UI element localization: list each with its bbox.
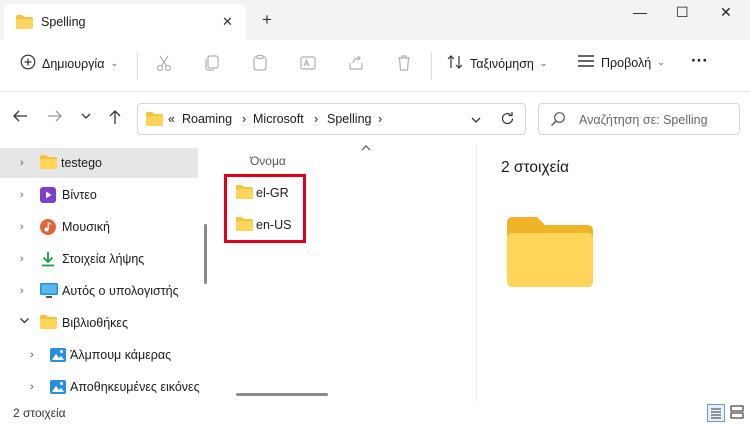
- status-bar: 2 στοιχεία: [0, 401, 750, 424]
- computer-icon: [40, 283, 58, 302]
- view-icon: [577, 54, 595, 71]
- title-bar: Spelling ✕ + — ☐ ✕: [0, 0, 750, 40]
- nav-item-downloads[interactable]: › Στοιχεία λήψης: [0, 244, 198, 274]
- nav-scrollbar[interactable]: [204, 224, 207, 284]
- forward-arrow-icon[interactable]: [47, 109, 63, 127]
- up-arrow-icon[interactable]: [108, 109, 122, 129]
- new-tab-button[interactable]: +: [262, 10, 272, 30]
- close-window-button[interactable]: ✕: [720, 4, 732, 21]
- sort-button-label: Ταξινόμηση: [470, 56, 534, 71]
- sort-button[interactable]: Ταξινόμηση ⌄: [446, 54, 547, 73]
- video-icon: [40, 187, 56, 206]
- folder-icon: [146, 112, 163, 129]
- chevron-right-icon[interactable]: ›: [20, 157, 24, 169]
- toolbar-divider: [137, 52, 138, 80]
- maximize-button[interactable]: ☐: [676, 4, 689, 21]
- nav-item-libraries[interactable]: Βιβλιοθήκες: [0, 308, 198, 338]
- breadcrumb-microsoft[interactable]: Microsoft: [253, 112, 304, 126]
- picture-icon: [50, 347, 66, 366]
- minimize-button[interactable]: —: [633, 4, 647, 20]
- folder-icon: [40, 155, 57, 172]
- more-icon[interactable]: ···: [691, 51, 708, 71]
- breadcrumb-separator[interactable]: ›: [242, 112, 246, 126]
- download-icon: [40, 251, 56, 270]
- tiles-view-icon[interactable]: [729, 404, 747, 422]
- copy-icon[interactable]: [203, 54, 221, 72]
- nav-item-videos[interactable]: › Βίντεο: [0, 180, 198, 210]
- search-placeholder: Αναζήτηση σε: Spelling: [579, 113, 708, 127]
- share-icon[interactable]: [347, 54, 365, 72]
- chevron-right-icon[interactable]: ›: [20, 189, 24, 201]
- new-button-label: Δημιουργία: [42, 56, 105, 71]
- nav-label: testego: [61, 156, 103, 170]
- nav-label: Μουσική: [62, 220, 110, 234]
- nav-item-this-pc[interactable]: › Αυτός ο υπολογιστής: [0, 276, 198, 306]
- picture-icon: [50, 379, 66, 398]
- toolbar-divider: [431, 52, 432, 80]
- nav-item-music[interactable]: › Μουσική: [0, 212, 198, 242]
- delete-icon[interactable]: [395, 54, 413, 72]
- column-header-name[interactable]: Όνομα: [250, 154, 286, 168]
- address-history-icon[interactable]: [470, 114, 482, 128]
- status-item-count: 2 στοιχεία: [13, 406, 66, 420]
- nav-item-camera-roll[interactable]: › Άλμπουμ κάμερας: [0, 340, 198, 370]
- details-item-count: 2 στοιχεία: [501, 159, 569, 176]
- search-icon: [550, 111, 566, 130]
- view-button[interactable]: Προβολή ⌄: [577, 54, 665, 71]
- navigation-pane: › testego › Βίντεο › Μουσική › Στοιχεία …: [0, 144, 200, 401]
- details-pane: 2 στοιχεία: [476, 144, 750, 401]
- tab-spelling[interactable]: Spelling ✕: [4, 4, 246, 40]
- recent-locations-icon[interactable]: [80, 109, 92, 127]
- refresh-icon[interactable]: [500, 111, 515, 129]
- nav-item-testego[interactable]: › testego: [0, 148, 198, 178]
- folder-icon: [16, 15, 33, 32]
- chevron-down-icon[interactable]: [19, 315, 30, 329]
- chevron-down-icon: ⌄: [110, 58, 118, 68]
- overflow-chevron-icon[interactable]: «: [168, 112, 175, 126]
- address-bar[interactable]: « Roaming › Microsoft › Spelling ›: [137, 103, 526, 135]
- breadcrumb-separator[interactable]: ›: [314, 112, 318, 126]
- nav-label: Στοιχεία λήψης: [62, 252, 145, 266]
- horizontal-scrollbar[interactable]: [236, 393, 328, 396]
- nav-label: Αυτός ο υπολογιστής: [62, 284, 179, 298]
- chevron-right-icon[interactable]: ›: [20, 285, 24, 297]
- chevron-down-icon: ⌄: [539, 58, 548, 68]
- chevron-right-icon[interactable]: ›: [20, 221, 24, 233]
- breadcrumb-roaming[interactable]: Roaming: [182, 112, 232, 126]
- paste-icon[interactable]: [251, 54, 269, 72]
- nav-label: Άλμπουμ κάμερας: [70, 348, 172, 362]
- music-icon: [40, 219, 56, 238]
- annotation-highlight-box: [224, 174, 306, 243]
- chevron-right-icon[interactable]: ›: [30, 381, 34, 393]
- nav-item-saved-pictures[interactable]: › Αποθηκευμένες εικόνες: [0, 372, 200, 402]
- new-button[interactable]: Δημιουργία ⌄: [20, 54, 118, 73]
- plus-circle-icon: [20, 54, 36, 73]
- nav-label: Βιβλιοθήκες: [62, 316, 129, 330]
- details-view-icon[interactable]: [707, 404, 725, 422]
- nav-label: Αποθηκευμένες εικόνες: [70, 380, 200, 394]
- rename-icon[interactable]: [299, 54, 317, 72]
- view-button-label: Προβολή: [601, 55, 652, 70]
- large-folder-icon: [507, 217, 593, 290]
- search-input[interactable]: Αναζήτηση σε: Spelling: [538, 103, 740, 135]
- chevron-right-icon[interactable]: ›: [20, 253, 24, 265]
- cut-icon[interactable]: [155, 54, 173, 72]
- breadcrumb-separator[interactable]: ›: [378, 112, 382, 126]
- sort-icon: [446, 54, 464, 73]
- back-arrow-icon[interactable]: [12, 109, 28, 127]
- sort-ascending-icon: [361, 144, 371, 155]
- tab-title: Spelling: [41, 15, 86, 29]
- chevron-down-icon: ⌄: [657, 57, 665, 67]
- close-tab-icon[interactable]: ✕: [222, 14, 233, 30]
- breadcrumb-spelling[interactable]: Spelling: [327, 112, 371, 126]
- command-bar: Δημιουργία ⌄ Ταξινόμηση ⌄ Προβολή ⌄ ···: [0, 40, 750, 92]
- nav-label: Βίντεο: [62, 188, 97, 202]
- chevron-right-icon[interactable]: ›: [30, 349, 34, 361]
- folder-icon: [40, 315, 57, 332]
